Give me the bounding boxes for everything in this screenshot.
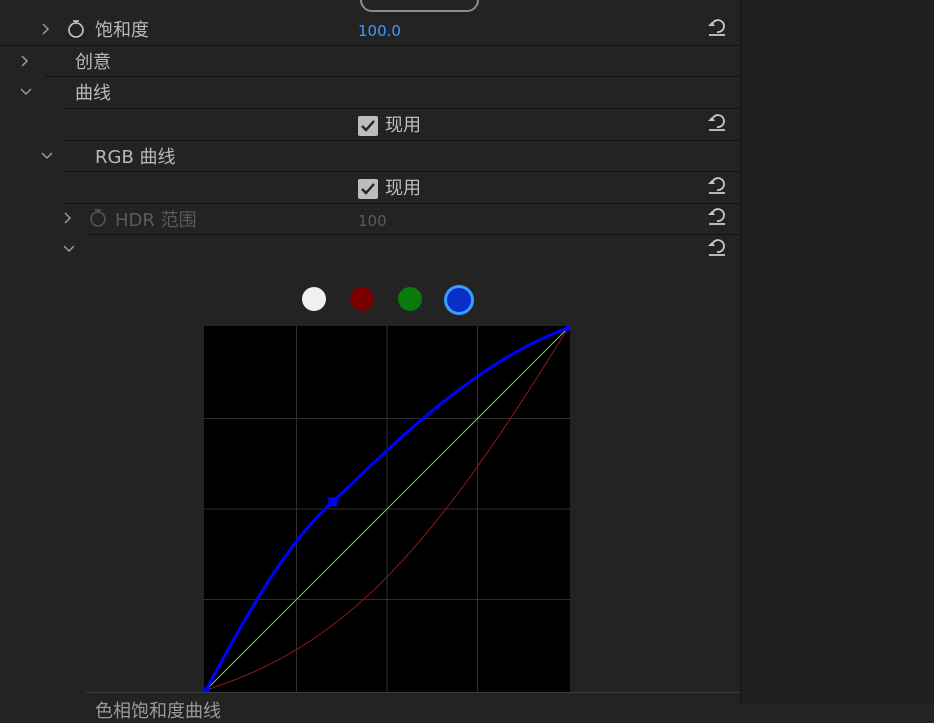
- curves-enable-label: 现用: [385, 115, 421, 136]
- divider: [0, 45, 740, 46]
- saturation-row: 饱和度 100.0: [0, 15, 740, 46]
- reset-icon[interactable]: [707, 206, 727, 226]
- stopwatch-icon: [88, 208, 108, 228]
- reset-icon[interactable]: [707, 175, 727, 195]
- hdr-range-value: 100: [358, 212, 387, 230]
- red-channel-button[interactable]: [350, 287, 374, 311]
- rgb-enable-checkbox[interactable]: [358, 179, 378, 199]
- divider: [86, 692, 740, 693]
- stopwatch-icon[interactable]: [66, 19, 86, 39]
- creative-label: 创意: [75, 52, 111, 73]
- hue-saturation-curves-label: 色相饱和度曲线: [95, 701, 221, 722]
- chevron-down-icon[interactable]: [17, 82, 37, 102]
- chevron-right-icon[interactable]: [15, 52, 35, 72]
- curve-control-point[interactable]: [565, 325, 571, 331]
- divider: [45, 76, 740, 77]
- rgb-curves-label: RGB 曲线: [95, 147, 176, 168]
- chevron-down-icon[interactable]: [38, 146, 58, 166]
- hdr-range-row: HDR 范围 100: [0, 205, 740, 236]
- white-channel-button[interactable]: [302, 287, 326, 311]
- right-pane: [740, 0, 934, 705]
- curves-enable-checkbox[interactable]: [358, 116, 378, 136]
- creative-row[interactable]: 创意: [0, 47, 740, 78]
- rgb-enable-label: 现用: [385, 178, 421, 199]
- curves-row[interactable]: 曲线: [0, 78, 740, 109]
- top-button[interactable]: [360, 0, 479, 12]
- curves-enable-row: 现用: [0, 110, 740, 141]
- chevron-right-icon[interactable]: [36, 20, 56, 40]
- green-channel-button[interactable]: [398, 287, 422, 311]
- effect-controls-panel: 饱和度 100.0 创意 曲线 现用 RGB 曲线 现用 HDR 范围 100 …: [0, 0, 934, 722]
- divider: [66, 171, 740, 172]
- saturation-label: 饱和度: [95, 20, 149, 41]
- rgb-curves-row[interactable]: RGB 曲线: [0, 142, 740, 173]
- curve-editor-row: [0, 236, 740, 267]
- reset-icon[interactable]: [707, 17, 727, 37]
- divider: [66, 108, 740, 109]
- chevron-down-icon[interactable]: [60, 239, 80, 259]
- saturation-value[interactable]: 100.0: [358, 22, 401, 40]
- reset-icon[interactable]: [707, 237, 727, 257]
- hdr-range-label: HDR 范围: [115, 210, 197, 231]
- curve-graph-svg[interactable]: [203, 325, 571, 693]
- divider: [66, 140, 740, 141]
- curve-graph[interactable]: [203, 325, 571, 693]
- blue-channel-button[interactable]: [444, 285, 474, 315]
- rgb-enable-row: 现用: [0, 173, 740, 204]
- curve-control-point[interactable]: [328, 497, 338, 507]
- chevron-right-icon[interactable]: [58, 209, 78, 229]
- reset-icon[interactable]: [707, 112, 727, 132]
- curves-label: 曲线: [75, 83, 111, 104]
